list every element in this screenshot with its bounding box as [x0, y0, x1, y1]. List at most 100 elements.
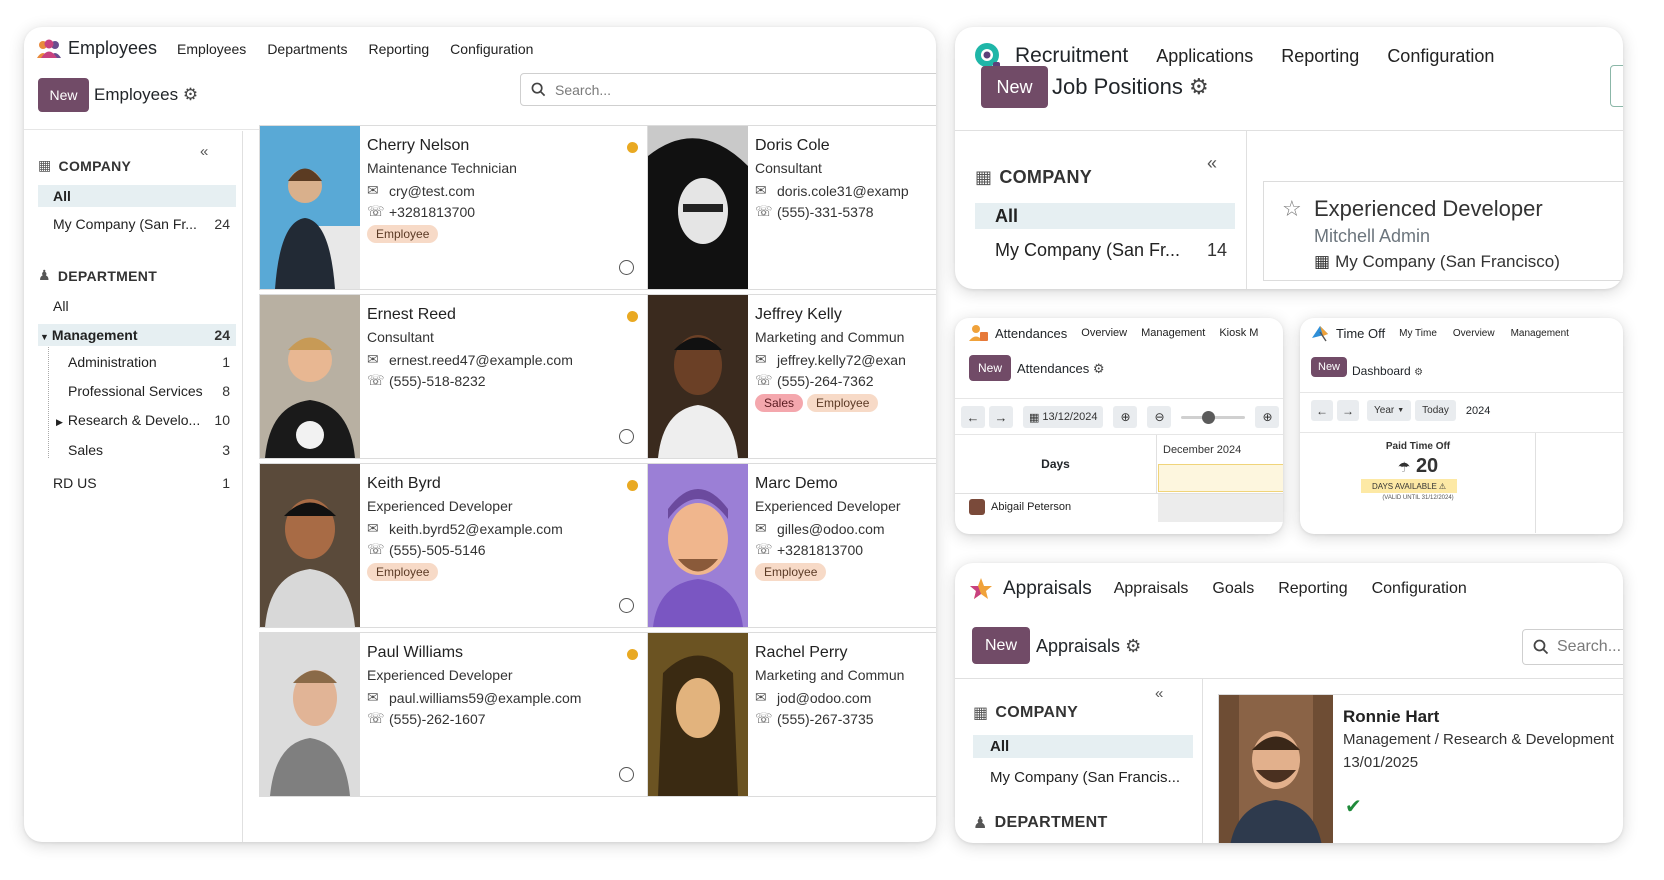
gear-icon[interactable]: ⚙: [183, 85, 198, 105]
arrow-right-icon[interactable]: →: [989, 406, 1013, 428]
employee-card[interactable]: Ernest Reed Consultant ✉ ernest.reed47@ex…: [259, 294, 649, 459]
search-input[interactable]: Search...: [1522, 629, 1623, 665]
employee-email[interactable]: ✉ jod@odoo.com: [755, 689, 871, 706]
row-cell[interactable]: [1158, 494, 1283, 522]
new-button[interactable]: New: [38, 78, 89, 112]
new-button[interactable]: New: [981, 66, 1048, 108]
days-header: Days: [955, 435, 1157, 493]
menu-employees[interactable]: Employees: [177, 41, 246, 57]
appraisals-app-title[interactable]: Appraisals: [969, 577, 1092, 601]
menu-management[interactable]: Management: [1511, 328, 1569, 339]
paid-timeoff-card[interactable]: Paid Time Off ☂ 20 DAYS AVAILABLE ⚠ (VALI…: [1300, 433, 1536, 533]
employee-email[interactable]: ✉ paul.williams59@example.com: [367, 689, 581, 706]
new-button[interactable]: New: [969, 355, 1011, 381]
gear-icon[interactable]: ⚙: [1414, 367, 1423, 378]
date-picker-button[interactable]: ▦ 13/12/2024: [1023, 406, 1104, 428]
department-item-research[interactable]: ▶ Research & Develo... 10: [54, 409, 236, 431]
employee-phone[interactable]: ☏ (555)-505-5146: [367, 541, 486, 558]
arrow-left-icon[interactable]: ←: [961, 406, 985, 428]
menu-kiosk[interactable]: Kiosk M: [1219, 327, 1258, 339]
attendances-app-title[interactable]: Attendances: [969, 324, 1067, 342]
company-item-my-company[interactable]: My Company (San Fr... 14: [975, 239, 1235, 261]
employee-row[interactable]: Abigail Peterson: [969, 499, 1071, 515]
gear-icon[interactable]: ⚙: [1093, 361, 1105, 377]
employee-email[interactable]: ✉ ernest.reed47@example.com: [367, 351, 573, 368]
arrow-right-icon[interactable]: →: [1337, 400, 1359, 421]
clock-icon[interactable]: [619, 260, 634, 275]
department-title-text: DEPARTMENT: [57, 267, 158, 284]
breadcrumb-text: Appraisals: [1036, 636, 1121, 656]
employee-card[interactable]: Paul Williams Experienced Developer ✉ pau…: [259, 632, 649, 797]
menu-appraisals[interactable]: Appraisals: [1114, 580, 1189, 598]
caret-down-icon[interactable]: ▼: [40, 332, 49, 342]
employee-phone[interactable]: ☏ (555)-518-8232: [367, 372, 486, 389]
menu-reporting[interactable]: Reporting: [368, 41, 429, 57]
menu-configuration[interactable]: Configuration: [1372, 580, 1467, 598]
employee-phone[interactable]: ☏ (555)-262-1607: [367, 710, 486, 727]
employee-card[interactable]: Keith Byrd Experienced Developer ✉ keith.…: [259, 463, 649, 628]
year-dropdown[interactable]: Year ▼: [1367, 400, 1412, 421]
menu-my-time[interactable]: My Time: [1399, 328, 1437, 339]
department-item-management[interactable]: ▼ Management 24: [38, 324, 236, 346]
menu-configuration[interactable]: Configuration: [450, 41, 533, 57]
menu-overview[interactable]: Overview: [1081, 327, 1127, 339]
slider-handle[interactable]: [1202, 411, 1216, 424]
department-item-all[interactable]: All: [38, 295, 236, 317]
employee-card[interactable]: Rachel Perry Marketing and Commun ✉ jod@o…: [647, 632, 936, 797]
clock-icon[interactable]: [619, 598, 634, 613]
company-item-all[interactable]: All: [975, 203, 1235, 229]
clock-icon[interactable]: [619, 767, 634, 782]
collapse-icon[interactable]: «: [200, 143, 208, 160]
arrow-left-icon[interactable]: ←: [1311, 400, 1333, 421]
search-input[interactable]: Search...: [520, 73, 936, 106]
new-button[interactable]: New: [1311, 357, 1348, 377]
employee-email[interactable]: ✉ cry@test.com: [367, 182, 475, 199]
today-cell[interactable]: [1158, 464, 1283, 492]
employee-email[interactable]: ✉ gilles@odoo.com: [755, 520, 885, 537]
appraisal-card[interactable]: Ronnie Hart Management / Research & Deve…: [1218, 694, 1623, 843]
timeoff-app-title[interactable]: Time Off: [1310, 324, 1385, 342]
department-item-professional-services[interactable]: Professional Services 8: [54, 380, 236, 402]
collapse-icon[interactable]: «: [1155, 685, 1163, 702]
department-item-sales[interactable]: Sales 3: [54, 439, 236, 461]
department-item-administration[interactable]: Administration 1: [54, 351, 236, 373]
job-position-card[interactable]: ☆ Experienced Developer Mitchell Admin ▦…: [1263, 181, 1623, 281]
clock-icon[interactable]: [619, 429, 634, 444]
gear-icon[interactable]: ⚙: [1125, 636, 1141, 657]
menu-management[interactable]: Management: [1141, 327, 1205, 339]
zoom-in-icon[interactable]: ⊕: [1255, 406, 1280, 428]
star-icon[interactable]: ☆: [1282, 196, 1302, 222]
employee-phone[interactable]: ☏ (555)-264-7362: [755, 372, 874, 389]
company-item-all[interactable]: All: [38, 185, 236, 207]
employees-app-title[interactable]: Employees: [36, 38, 157, 59]
department-item-rd-us[interactable]: RD US 1: [38, 472, 236, 494]
menu-reporting[interactable]: Reporting: [1278, 580, 1347, 598]
menu-overview[interactable]: Overview: [1453, 328, 1495, 339]
employee-email[interactable]: ✉ keith.byrd52@example.com: [367, 520, 563, 537]
employee-card[interactable]: Marc Demo Experienced Developer ✉ gilles@…: [647, 463, 936, 628]
crosshair-icon[interactable]: ⊕: [1113, 406, 1138, 428]
company-item-my-company[interactable]: My Company (San Fr... 24: [38, 213, 236, 235]
today-button[interactable]: Today: [1415, 400, 1456, 421]
zoom-out-icon[interactable]: ⊖: [1147, 406, 1172, 428]
employee-card[interactable]: Cherry Nelson Maintenance Technician ✉ cr…: [259, 125, 649, 290]
employee-email[interactable]: ✉ jeffrey.kelly72@exan: [755, 351, 906, 368]
collapse-icon[interactable]: «: [1207, 153, 1217, 174]
employee-card[interactable]: Doris Cole Consultant ✉ doris.cole31@exam…: [647, 125, 936, 290]
company-item-all[interactable]: All: [973, 735, 1193, 758]
company-item-my-company[interactable]: My Company (San Francis...: [973, 766, 1193, 789]
gear-icon[interactable]: ⚙: [1189, 74, 1209, 100]
caret-right-icon[interactable]: ▶: [56, 417, 63, 427]
new-button[interactable]: New: [972, 627, 1030, 664]
employee-email[interactable]: ✉ doris.cole31@examp: [755, 182, 909, 199]
menu-goals[interactable]: Goals: [1212, 580, 1254, 598]
zoom-slider[interactable]: [1181, 406, 1246, 428]
attendances-control-panel: New Attendances ⚙: [955, 348, 1283, 388]
employee-card[interactable]: Jeffrey Kelly Marketing and Commun ✉ jeff…: [647, 294, 936, 459]
employee-phone[interactable]: ☏ (555)-267-3735: [755, 710, 874, 727]
employee-phone[interactable]: ☏ (555)-331-5378: [755, 203, 874, 220]
employee-phone[interactable]: ☏ +3281813700: [755, 541, 863, 558]
employee-phone[interactable]: ☏ +3281813700: [367, 203, 475, 220]
menu-departments[interactable]: Departments: [267, 41, 347, 57]
view-toggle-button[interactable]: [1610, 65, 1623, 107]
